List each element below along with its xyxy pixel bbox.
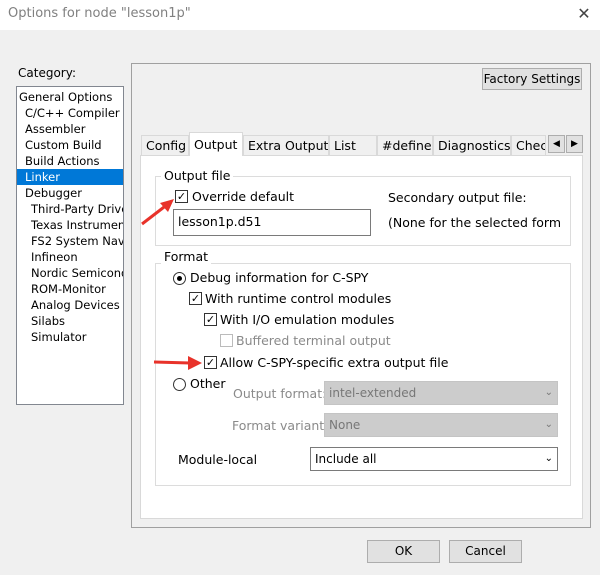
secondary-output-value: (None for the selected format	[388, 215, 560, 230]
annotation-arrow-override	[141, 199, 174, 226]
override-default-label: Override default	[192, 189, 295, 204]
debug-info-radio[interactable]	[173, 272, 186, 285]
allow-cspy-extra-label: Allow C-SPY-specific extra output file	[220, 355, 449, 370]
other-radio[interactable]	[173, 378, 186, 391]
category-item-linker[interactable]: Linker	[17, 169, 123, 185]
category-item-general-options[interactable]: General Options	[17, 89, 123, 105]
category-label: Category:	[18, 66, 76, 80]
output-filename-field[interactable]: lesson1p.d51	[173, 209, 371, 236]
chevron-down-icon: ⌄	[544, 453, 553, 464]
tab-scroll-left-icon[interactable]: ◀	[548, 135, 565, 153]
format-variant-select[interactable]: None ⌄	[324, 413, 558, 437]
runtime-control-label: With runtime control modules	[205, 291, 392, 306]
runtime-control-checkbox[interactable]: ✓	[189, 292, 202, 305]
category-item-analog-devices[interactable]: Analog Devices	[17, 297, 123, 313]
factory-settings-button[interactable]: Factory Settings	[482, 68, 582, 90]
tab-extra-output[interactable]: Extra Output	[243, 135, 329, 155]
other-label: Other	[190, 376, 226, 391]
category-item-rom-monitor[interactable]: ROM-Monitor	[17, 281, 123, 297]
category-item-c-compiler[interactable]: C/C++ Compiler	[17, 105, 123, 121]
format-group-label: Format	[161, 249, 212, 264]
category-item-debugger[interactable]: Debugger	[17, 185, 123, 201]
secondary-output-label: Secondary output file:	[388, 190, 527, 205]
close-icon[interactable]: ✕	[574, 4, 594, 24]
tab-scroll-right-icon[interactable]: ▶	[566, 135, 583, 153]
category-item-infineon[interactable]: Infineon	[17, 249, 123, 265]
io-emulation-label: With I/O emulation modules	[220, 312, 395, 327]
tab-output[interactable]: Output	[189, 132, 243, 156]
category-item-silabs[interactable]: Silabs	[17, 313, 123, 329]
ok-button[interactable]: OK	[367, 540, 440, 563]
category-item-custom-build[interactable]: Custom Build	[17, 137, 123, 153]
window-title: Options for node "lesson1p"	[8, 6, 191, 21]
module-local-select[interactable]: Include all ⌄	[310, 447, 558, 471]
buffered-output-label: Buffered terminal output	[236, 333, 391, 348]
category-item-texas-instruments[interactable]: Texas Instruments	[17, 217, 123, 233]
chevron-down-icon: ⌄	[544, 419, 553, 430]
output-format-label: Output format:	[233, 386, 327, 401]
module-local-label: Module-local	[178, 452, 258, 467]
tab-config[interactable]: Config	[141, 135, 189, 155]
category-list[interactable]: General Options C/C++ Compiler Assembler…	[16, 86, 124, 405]
category-item-fs2-system-navigator[interactable]: FS2 System Navig	[17, 233, 123, 249]
format-variant-label: Format variant:	[232, 418, 329, 433]
module-local-value: Include all	[315, 452, 377, 466]
output-file-group-label: Output file	[161, 168, 234, 183]
allow-cspy-extra-checkbox[interactable]: ✓	[204, 356, 217, 369]
tab-check[interactable]: Chec	[511, 135, 546, 155]
tab-diagnostics[interactable]: Diagnostics	[433, 135, 511, 155]
category-item-assembler[interactable]: Assembler	[17, 121, 123, 137]
cancel-button[interactable]: Cancel	[449, 540, 522, 563]
tab-list[interactable]: List	[329, 135, 377, 155]
chevron-down-icon: ⌄	[544, 387, 553, 398]
buffered-output-checkbox[interactable]	[220, 334, 233, 347]
title-bar: Options for node "lesson1p" ✕	[0, 0, 600, 30]
io-emulation-checkbox[interactable]: ✓	[204, 313, 217, 326]
format-variant-value: None	[329, 418, 361, 432]
category-item-nordic-semiconductor[interactable]: Nordic Semiconduc	[17, 265, 123, 281]
output-format-value: intel-extended	[329, 386, 417, 400]
category-item-simulator[interactable]: Simulator	[17, 329, 123, 345]
tab-define[interactable]: #define	[377, 135, 433, 155]
category-item-third-party-driver[interactable]: Third-Party Driver	[17, 201, 123, 217]
annotation-arrow-allow-cspy	[153, 356, 202, 370]
category-item-build-actions[interactable]: Build Actions	[17, 153, 123, 169]
output-format-select[interactable]: intel-extended ⌄	[324, 381, 558, 405]
debug-info-label: Debug information for C-SPY	[190, 270, 369, 285]
